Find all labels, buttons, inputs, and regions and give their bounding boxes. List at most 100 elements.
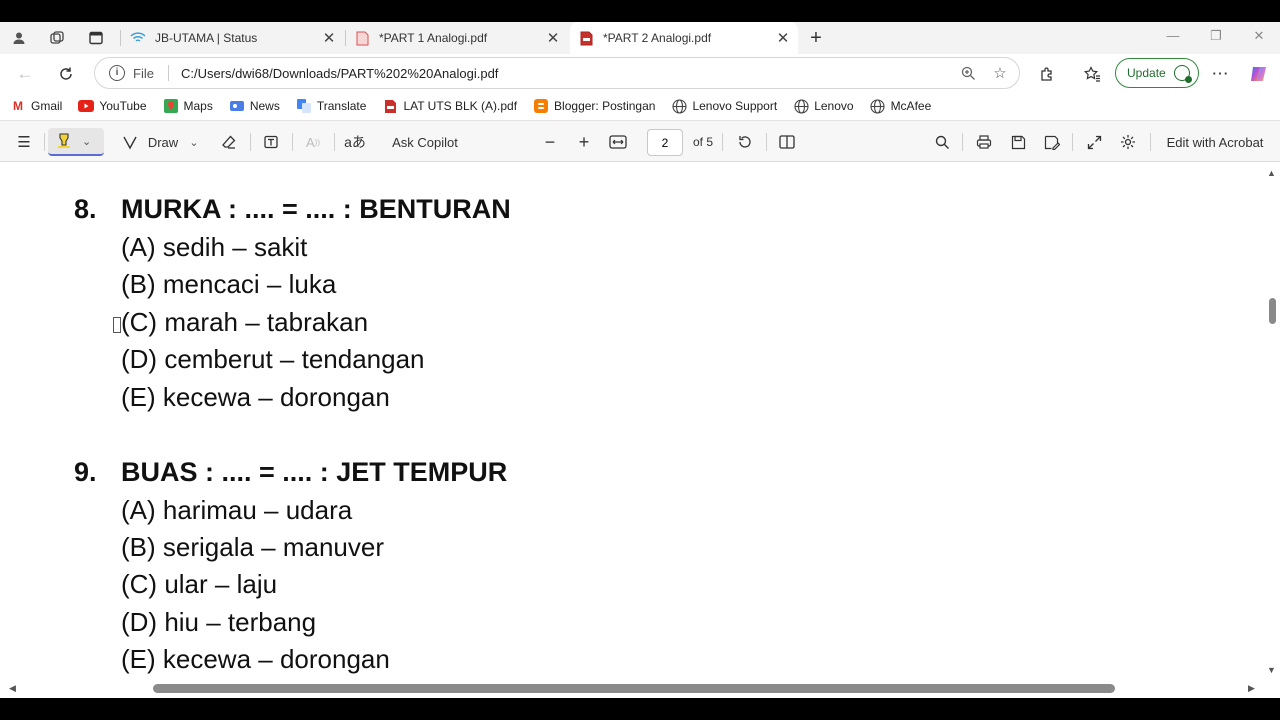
bookmark-mcafee[interactable]: McAfee bbox=[870, 98, 931, 114]
question-number: 9. bbox=[74, 457, 97, 487]
horizontal-scrollbar[interactable]: ◀ ▶ bbox=[0, 680, 1280, 698]
tab-title: *PART 2 Analogi.pdf bbox=[603, 31, 712, 45]
question-text: BUAS : .... = .... : JET TEMPUR bbox=[121, 457, 508, 487]
tab-part2-analogi[interactable]: *PART 2 Analogi.pdf ✕ bbox=[570, 22, 798, 54]
favorite-star-icon[interactable]: ☆ bbox=[987, 60, 1013, 86]
toolbar-separator bbox=[292, 133, 293, 151]
update-button[interactable]: Update bbox=[1115, 58, 1199, 88]
favorites-icon[interactable] bbox=[1080, 62, 1104, 86]
settings-gear-icon[interactable] bbox=[1116, 129, 1140, 155]
toolbar-separator bbox=[1072, 133, 1073, 151]
bookmark-youtube[interactable]: YouTube bbox=[78, 98, 147, 114]
bookmark-translate[interactable]: Translate bbox=[296, 98, 366, 114]
save-as-icon[interactable] bbox=[1040, 129, 1064, 155]
question-text: MURKA : .... = .... : BENTURAN bbox=[121, 194, 511, 224]
bookmarks-bar: M Gmail YouTube Maps News Translate LAT … bbox=[0, 92, 1280, 120]
pdf-document-view[interactable]: 8. MURKA : .... = .... : BENTURAN (A) se… bbox=[0, 162, 1280, 698]
rotate-icon[interactable] bbox=[733, 129, 757, 155]
highlighter-icon bbox=[56, 132, 72, 151]
browser-window: JB-UTAMA | Status ✕ *PART 1 Analogi.pdf … bbox=[0, 22, 1280, 698]
vertical-scrollbar[interactable]: ▲ ▼ bbox=[1264, 162, 1280, 682]
gmail-icon: M bbox=[13, 99, 23, 113]
toolbar-separator bbox=[962, 133, 963, 151]
extensions-icon[interactable] bbox=[1035, 62, 1059, 86]
toolbar-separator bbox=[44, 133, 45, 151]
pdf-icon bbox=[382, 98, 398, 114]
close-icon[interactable]: ✕ bbox=[320, 29, 338, 47]
bookmark-label: Lenovo bbox=[814, 99, 854, 113]
minimize-icon[interactable]: — bbox=[1162, 28, 1184, 48]
eraser-icon[interactable] bbox=[217, 129, 241, 155]
refresh-icon[interactable] bbox=[54, 62, 78, 86]
bookmark-label: YouTube bbox=[99, 99, 147, 113]
fullscreen-icon[interactable] bbox=[1082, 129, 1106, 155]
toolbar-separator bbox=[1150, 133, 1151, 151]
tab-title: JB-UTAMA | Status bbox=[155, 31, 258, 45]
draw-icon[interactable] bbox=[118, 129, 142, 155]
scroll-down-icon[interactable]: ▼ bbox=[1267, 665, 1276, 675]
close-icon[interactable]: ✕ bbox=[774, 29, 792, 47]
tab-actions-icon[interactable] bbox=[84, 26, 108, 50]
scheme-label: File bbox=[133, 65, 154, 81]
back-icon[interactable]: ← bbox=[13, 62, 37, 86]
bookmark-lenovo[interactable]: Lenovo bbox=[793, 98, 854, 114]
translate-text-icon[interactable]: aあ bbox=[343, 129, 367, 155]
new-tab-icon[interactable]: + bbox=[804, 26, 828, 50]
answer-option: (B) serigala – manuver bbox=[121, 532, 384, 562]
profile-icon[interactable] bbox=[7, 26, 31, 50]
copilot-icon[interactable] bbox=[1247, 62, 1271, 86]
answer-option: (B) mencaci – luka bbox=[121, 269, 337, 299]
scroll-left-icon[interactable]: ◀ bbox=[9, 683, 16, 694]
tab-part1-analogi[interactable]: *PART 1 Analogi.pdf ✕ bbox=[346, 22, 568, 54]
bookmark-news[interactable]: News bbox=[229, 98, 280, 114]
draw-button[interactable]: Draw bbox=[146, 129, 180, 155]
chevron-down-icon[interactable]: ⌄ bbox=[82, 135, 91, 148]
bookmark-maps[interactable]: Maps bbox=[163, 98, 213, 114]
save-icon[interactable] bbox=[1006, 129, 1030, 155]
zoom-icon[interactable] bbox=[955, 60, 981, 86]
page-number-input[interactable]: 2 bbox=[647, 129, 683, 156]
tab-jb-utama[interactable]: JB-UTAMA | Status ✕ bbox=[122, 22, 344, 54]
text-box-icon[interactable] bbox=[259, 129, 283, 155]
tab-separator bbox=[120, 30, 121, 46]
fit-width-icon[interactable] bbox=[606, 129, 630, 155]
read-aloud-icon[interactable]: A)) bbox=[301, 129, 325, 155]
chevron-down-icon[interactable]: ⌄ bbox=[186, 129, 202, 155]
answer-option: (D) cemberut – tendangan bbox=[121, 344, 425, 374]
bookmark-blogger[interactable]: Blogger: Postingan bbox=[533, 98, 655, 114]
print-icon[interactable] bbox=[972, 129, 996, 155]
restore-icon[interactable]: ❐ bbox=[1205, 28, 1227, 48]
ask-copilot-button[interactable]: Ask Copilot bbox=[387, 129, 463, 155]
close-icon[interactable]: ✕ bbox=[544, 29, 562, 47]
answer-option: (C) ular – laju bbox=[121, 569, 278, 599]
more-menu-icon[interactable]: ⋯ bbox=[1208, 62, 1232, 86]
answer-option: (E) kecewa – dorongan bbox=[121, 382, 390, 412]
page-total: of 5 bbox=[692, 135, 713, 149]
search-icon[interactable] bbox=[930, 129, 954, 155]
zoom-out-icon[interactable]: − bbox=[538, 129, 562, 155]
edit-with-acrobat-button[interactable]: Edit with Acrobat bbox=[1160, 129, 1270, 155]
page-view-icon[interactable] bbox=[775, 129, 799, 155]
pdf-toolbar: ☰ ⌄ Draw ⌄ A)) aあ Ask Copilot − + 2 of 5… bbox=[0, 120, 1280, 162]
workspaces-icon[interactable] bbox=[45, 26, 69, 50]
bookmark-lat-uts[interactable]: LAT UTS BLK (A).pdf bbox=[382, 98, 517, 114]
bookmark-label: Blogger: Postingan bbox=[554, 99, 656, 113]
contents-list-icon[interactable]: ☰ bbox=[12, 129, 36, 155]
bookmark-gmail[interactable]: M Gmail bbox=[10, 98, 62, 114]
highlight-tool[interactable]: ⌄ bbox=[48, 128, 104, 156]
answer-option: (C) marah – tabrakan bbox=[121, 307, 369, 337]
url-text[interactable]: C:/Users/dwi68/Downloads/PART%202%20Anal… bbox=[181, 66, 955, 81]
bookmark-lenovo-support[interactable]: Lenovo Support bbox=[671, 98, 777, 114]
tab-strip: JB-UTAMA | Status ✕ *PART 1 Analogi.pdf … bbox=[0, 22, 1280, 54]
close-window-icon[interactable]: ✕ bbox=[1248, 28, 1270, 48]
info-icon[interactable]: i bbox=[109, 65, 125, 81]
vertical-scroll-thumb[interactable] bbox=[1269, 298, 1276, 324]
scroll-up-icon[interactable]: ▲ bbox=[1267, 168, 1276, 178]
pdf-icon bbox=[354, 30, 370, 46]
bookmark-label: LAT UTS BLK (A).pdf bbox=[403, 99, 518, 113]
globe-icon bbox=[793, 98, 809, 114]
zoom-in-icon[interactable]: + bbox=[572, 129, 596, 155]
address-bar[interactable]: i File C:/Users/dwi68/Downloads/PART%202… bbox=[94, 57, 1020, 89]
horizontal-scroll-thumb[interactable] bbox=[153, 684, 1115, 693]
scroll-right-icon[interactable]: ▶ bbox=[1248, 683, 1255, 694]
